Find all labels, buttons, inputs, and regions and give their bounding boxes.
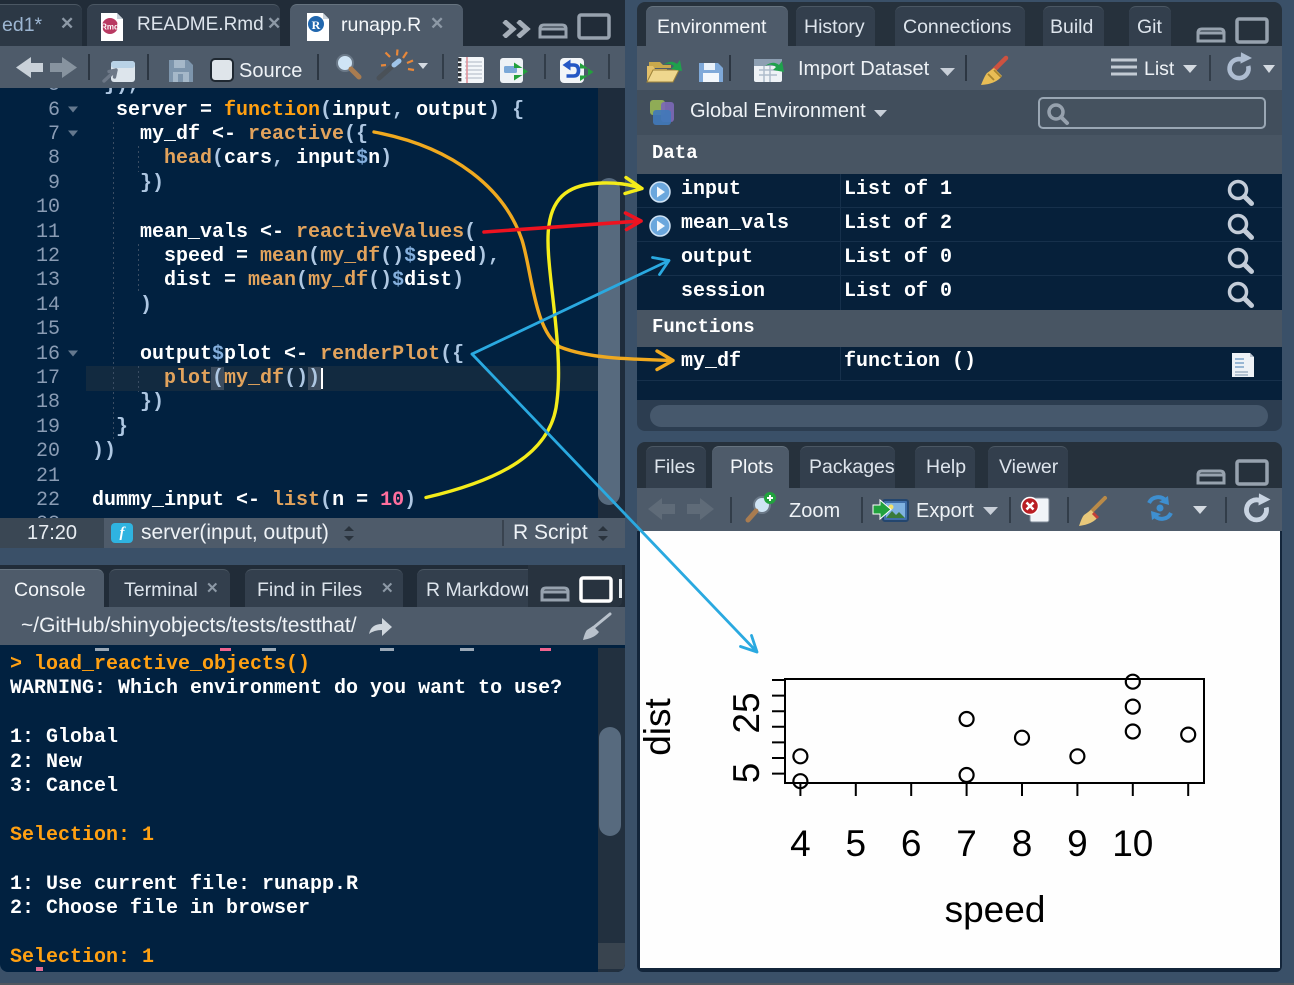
svg-text:Import Dataset: Import Dataset — [798, 58, 930, 80]
svg-text:25: 25 — [726, 692, 767, 733]
svg-text:Export: Export — [916, 500, 974, 522]
svg-text:8: 8 — [1012, 823, 1033, 864]
svg-text:Zoom: Zoom — [789, 500, 840, 522]
svg-text:5: 5 — [846, 823, 867, 864]
svg-text:Source: Source — [239, 60, 302, 82]
svg-text:10: 10 — [1112, 823, 1153, 864]
svg-text:R: R — [312, 18, 321, 32]
svg-text:7: 7 — [956, 823, 977, 864]
svg-text:9: 9 — [1067, 823, 1088, 864]
svg-text:dist: dist — [637, 697, 678, 755]
svg-text:List: List — [1144, 58, 1175, 80]
svg-text:5: 5 — [726, 763, 767, 784]
svg-text:4: 4 — [790, 823, 811, 864]
svg-text:6: 6 — [901, 823, 922, 864]
svg-text:speed: speed — [945, 889, 1046, 930]
svg-text:Rmd: Rmd — [101, 23, 119, 32]
